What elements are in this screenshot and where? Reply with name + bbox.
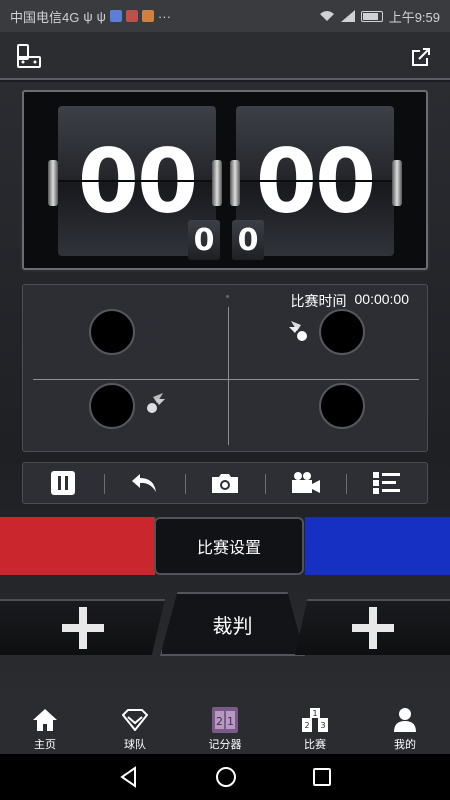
add-point-left-button[interactable] bbox=[0, 599, 165, 655]
camera-icon bbox=[211, 474, 238, 493]
tab-team[interactable]: 球队 bbox=[90, 702, 180, 754]
usb-icon: ψ bbox=[83, 8, 93, 24]
signal-icon bbox=[340, 10, 355, 22]
svg-text:1: 1 bbox=[227, 715, 234, 728]
match-time: 比赛时间 00:00:00 bbox=[291, 291, 410, 311]
camera-button[interactable] bbox=[184, 463, 266, 503]
team-left-color[interactable] bbox=[0, 517, 155, 575]
home-nav-icon[interactable] bbox=[215, 766, 237, 788]
player-slot-top-right[interactable] bbox=[319, 309, 365, 355]
court-mid-line bbox=[33, 379, 419, 380]
flip-hinge bbox=[392, 160, 402, 206]
wifi-icon bbox=[319, 11, 334, 21]
battery-icon bbox=[360, 10, 383, 22]
plus-icon bbox=[58, 603, 108, 653]
player-slot-top-left[interactable] bbox=[89, 309, 135, 355]
flip-hinge bbox=[212, 160, 222, 206]
list-icon bbox=[372, 472, 400, 494]
left-game-score[interactable]: 0 bbox=[188, 220, 220, 260]
home-icon bbox=[33, 709, 57, 731]
right-score: 00 bbox=[255, 129, 376, 233]
scoreboard-icon: 2 1 bbox=[212, 707, 238, 733]
app-notification-icon bbox=[141, 10, 154, 22]
shuttlecock-icon bbox=[147, 393, 165, 413]
share-button[interactable] bbox=[406, 42, 436, 72]
status-bar: 中国电信4G ψ ψ ··· 上午9:59 bbox=[0, 0, 450, 32]
control-bar bbox=[22, 462, 428, 504]
match-settings-button[interactable]: 比赛设置 bbox=[154, 517, 304, 575]
match-time-value: 00:00:00 bbox=[354, 291, 410, 307]
add-point-right-button[interactable] bbox=[295, 599, 450, 655]
tab-profile-label: 我的 bbox=[394, 739, 416, 751]
video-button[interactable] bbox=[265, 463, 346, 503]
flip-hinge bbox=[48, 160, 58, 206]
video-camera-icon bbox=[291, 472, 320, 493]
match-icon: 1 2 3 bbox=[302, 708, 328, 732]
left-score: 00 bbox=[77, 129, 198, 233]
score-display: 00 00 0 0 bbox=[22, 90, 428, 270]
back-icon[interactable] bbox=[118, 766, 140, 788]
svg-text:2: 2 bbox=[216, 715, 223, 728]
more-notifications: ··· bbox=[157, 8, 171, 24]
share-icon bbox=[412, 48, 430, 66]
tab-profile[interactable]: 我的 bbox=[360, 702, 450, 754]
undo-button[interactable] bbox=[103, 463, 185, 503]
rotate-device-icon bbox=[17, 44, 41, 68]
tab-match[interactable]: 1 2 3 比赛 bbox=[270, 702, 360, 754]
app-notification-icon bbox=[109, 10, 122, 22]
plus-icon bbox=[348, 603, 398, 653]
tab-team-label: 球队 bbox=[124, 739, 146, 751]
referee-button[interactable]: 裁判 bbox=[160, 592, 305, 656]
app-header bbox=[0, 32, 450, 80]
svg-text:2: 2 bbox=[304, 721, 309, 730]
system-nav-bar bbox=[0, 754, 450, 800]
player-slot-bottom-right[interactable] bbox=[319, 383, 365, 429]
carrier-label: 中国电信4G bbox=[10, 9, 80, 25]
tab-home[interactable]: 主页 bbox=[0, 702, 90, 754]
usb-icon-2: ψ bbox=[96, 8, 106, 24]
rotate-screen-button[interactable] bbox=[14, 42, 44, 72]
svg-text:3: 3 bbox=[320, 721, 325, 730]
list-button[interactable] bbox=[346, 463, 427, 503]
court-center-line bbox=[228, 307, 229, 445]
undo-icon bbox=[132, 474, 157, 492]
player-slot-bottom-left[interactable] bbox=[89, 383, 135, 429]
recents-icon[interactable] bbox=[312, 767, 332, 787]
scorer-main: 00 00 0 0 比赛时间 00:00:00 比赛设置 裁判 bbox=[0, 82, 450, 702]
bottom-tab-bar: 主页 球队 2 1 记分器 1 2 3 比赛 我的 bbox=[0, 702, 450, 754]
pause-button[interactable] bbox=[23, 463, 104, 503]
match-time-label: 比赛时间 bbox=[290, 293, 347, 309]
team-icon bbox=[122, 709, 148, 731]
app-notification-icon bbox=[125, 10, 138, 22]
status-time: 上午9:59 bbox=[388, 9, 440, 25]
flip-hinge bbox=[230, 160, 240, 206]
profile-icon bbox=[394, 708, 416, 732]
tab-match-label: 比赛 bbox=[304, 739, 326, 751]
badminton-court: 比赛时间 00:00:00 bbox=[22, 284, 428, 452]
court-marker bbox=[226, 295, 229, 298]
tab-scorer-label: 记分器 bbox=[208, 739, 242, 751]
tab-home-label: 主页 bbox=[34, 739, 56, 751]
svg-text:1: 1 bbox=[312, 709, 317, 718]
tab-scorer[interactable]: 2 1 记分器 bbox=[180, 702, 270, 754]
team-right-color[interactable] bbox=[305, 517, 450, 575]
pause-icon bbox=[51, 471, 76, 495]
right-game-score[interactable]: 0 bbox=[232, 220, 264, 260]
shuttlecock-icon bbox=[289, 321, 307, 341]
